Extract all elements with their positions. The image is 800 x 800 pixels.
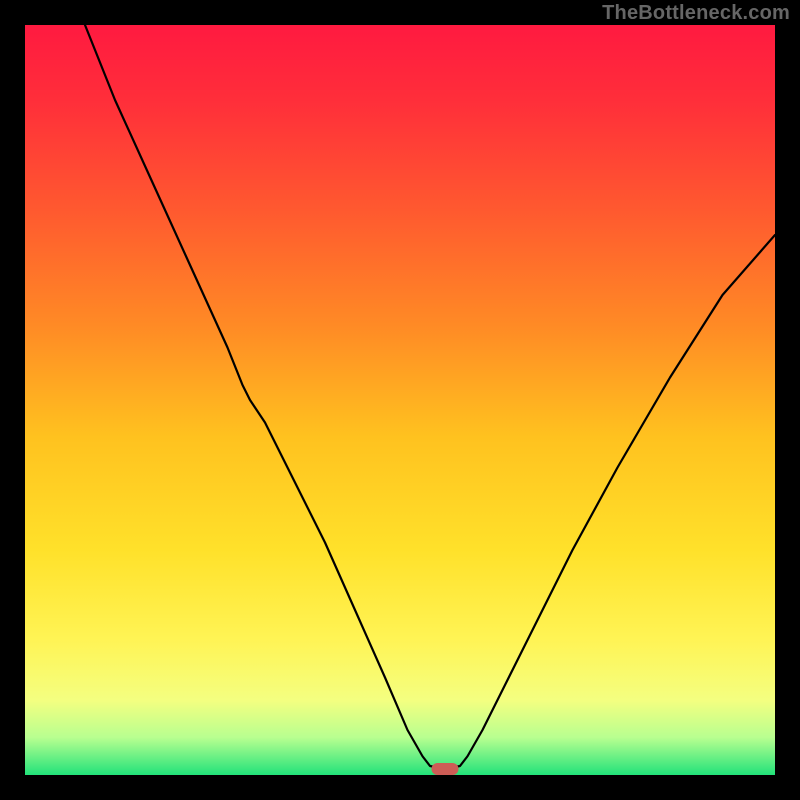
watermark-text: TheBottleneck.com (602, 2, 790, 25)
optimal-point (432, 763, 459, 775)
chart-container: TheBottleneck.com (0, 0, 800, 800)
plot-area (25, 25, 775, 775)
gradient-background (25, 25, 775, 775)
chart-svg (25, 25, 775, 775)
